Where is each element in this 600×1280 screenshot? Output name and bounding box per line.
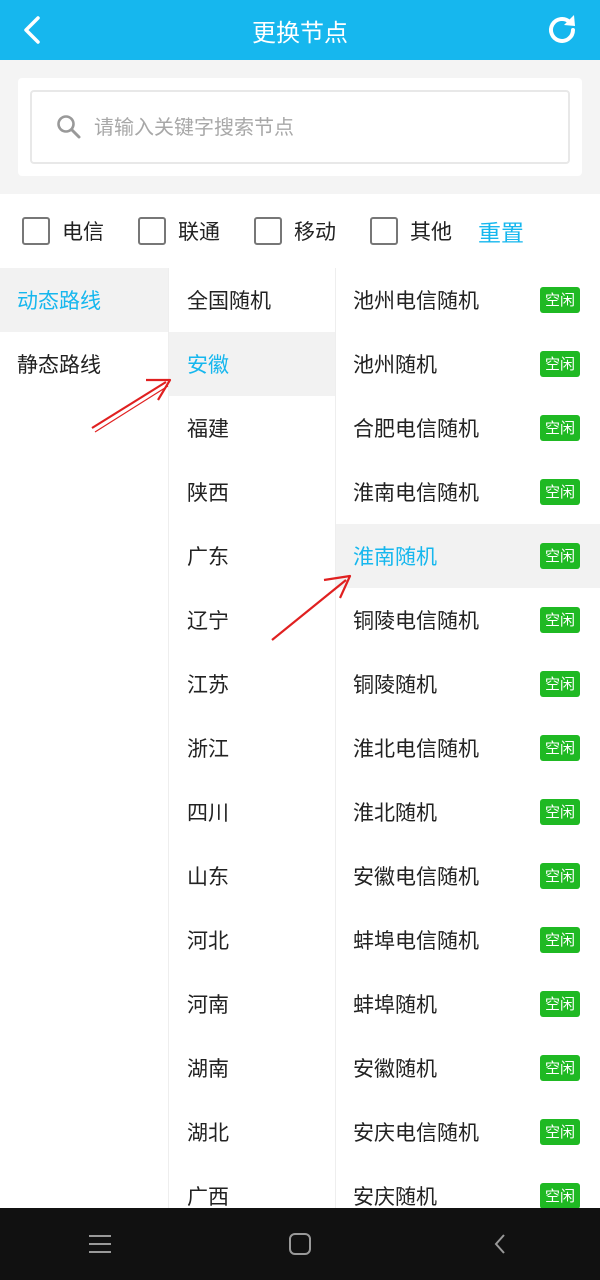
menu-icon: [89, 1235, 111, 1253]
checkbox[interactable]: [254, 217, 282, 245]
node-list: 池州电信随机 空闲 池州随机 空闲 合肥电信随机 空闲 淮南电信随机 空闲 淮南随机 空闲…: [336, 268, 600, 1208]
node-label: 淮南电信随机: [353, 481, 479, 505]
filter-dianxin[interactable]: 电信: [22, 216, 104, 246]
status-badge: 空闲: [539, 543, 580, 569]
node-item[interactable]: 淮南随机 空闲: [336, 524, 600, 588]
region-item[interactable]: 河北: [169, 908, 335, 972]
node-label: 铜陵电信随机: [353, 609, 479, 633]
status-badge: 空闲: [539, 863, 580, 889]
node-label: 蚌埠电信随机: [353, 929, 479, 953]
status-badge: 空闲: [539, 1055, 580, 1081]
node-item[interactable]: 淮北电信随机 空闲: [336, 716, 600, 780]
filter-label: 其他: [410, 220, 452, 244]
status-badge: 空闲: [539, 1119, 580, 1145]
filter-liantong[interactable]: 联通: [138, 216, 220, 246]
region-list: 全国随机 安徽 福建 陕西 广东 辽宁 江苏 浙江 四川 山东 河北 河南 湖南…: [168, 268, 336, 1208]
status-badge: 空闲: [539, 671, 580, 697]
node-item[interactable]: 安庆电信随机 空闲: [336, 1100, 600, 1164]
region-item[interactable]: 福建: [169, 396, 335, 460]
region-item[interactable]: 广西: [169, 1164, 335, 1208]
status-badge: 空闲: [539, 1183, 580, 1208]
region-item[interactable]: 浙江: [169, 716, 335, 780]
reset-button[interactable]: 重置: [478, 214, 524, 248]
status-badge: 空闲: [539, 927, 580, 953]
search-section: [0, 60, 600, 194]
search-input[interactable]: [94, 115, 534, 139]
annotation-arrow-icon: [271, 574, 352, 641]
node-label: 蚌埠随机: [353, 993, 437, 1017]
node-item[interactable]: 铜陵电信随机 空闲: [336, 588, 600, 652]
status-badge: 空闲: [539, 351, 580, 377]
chevron-left-icon: [24, 16, 40, 44]
filter-label: 电信: [62, 220, 104, 244]
node-item[interactable]: 安徽随机 空闲: [336, 1036, 600, 1100]
region-item[interactable]: 全国随机: [169, 268, 335, 332]
filter-label: 联通: [178, 220, 220, 244]
status-badge: 空闲: [539, 991, 580, 1017]
region-item[interactable]: 安徽: [169, 332, 335, 396]
status-badge: 空闲: [539, 799, 580, 825]
region-item[interactable]: 陕西: [169, 460, 335, 524]
carrier-filters: 电信 联通 移动 其他 重置: [0, 194, 600, 268]
region-item[interactable]: 河南: [169, 972, 335, 1036]
chevron-left-icon: [494, 1234, 505, 1254]
node-item[interactable]: 蚌埠电信随机 空闲: [336, 908, 600, 972]
status-badge: 空闲: [539, 287, 580, 313]
node-item[interactable]: 安庆随机 空闲: [336, 1164, 600, 1208]
page-title: 更换节点: [252, 18, 348, 47]
region-item[interactable]: 四川: [169, 780, 335, 844]
node-item[interactable]: 淮北随机 空闲: [336, 780, 600, 844]
app-header: 更换节点: [0, 0, 600, 60]
route-type-item[interactable]: 动态路线: [0, 268, 168, 332]
region-item[interactable]: 湖北: [169, 1100, 335, 1164]
checkbox[interactable]: [370, 217, 398, 245]
node-item[interactable]: 合肥电信随机 空闲: [336, 396, 600, 460]
node-label: 合肥电信随机: [353, 417, 479, 441]
node-item[interactable]: 铜陵随机 空闲: [336, 652, 600, 716]
node-label: 池州随机: [353, 353, 437, 377]
system-back-button[interactable]: [470, 1214, 530, 1274]
status-badge: 空闲: [539, 735, 580, 761]
node-label: 淮北电信随机: [353, 737, 479, 761]
node-label: 池州电信随机: [353, 289, 479, 313]
status-badge: 空闲: [539, 479, 580, 505]
search-box[interactable]: [30, 90, 570, 164]
filter-label: 移动: [294, 220, 336, 244]
search-card: [18, 78, 582, 176]
node-item[interactable]: 池州随机 空闲: [336, 332, 600, 396]
home-button[interactable]: [270, 1214, 330, 1274]
menu-button[interactable]: [70, 1214, 130, 1274]
refresh-icon: [549, 15, 575, 43]
node-label: 安庆电信随机: [353, 1121, 479, 1145]
node-label: 安徽随机: [353, 1057, 437, 1081]
region-item[interactable]: 湖南: [169, 1036, 335, 1100]
node-label: 淮北随机: [353, 801, 437, 825]
region-item[interactable]: 江苏: [169, 652, 335, 716]
status-badge: 空闲: [539, 415, 580, 441]
node-item[interactable]: 池州电信随机 空闲: [336, 268, 600, 332]
system-nav-bar: [0, 1208, 600, 1280]
back-button[interactable]: [14, 12, 50, 48]
status-badge: 空闲: [539, 607, 580, 633]
node-item[interactable]: 淮南电信随机 空闲: [336, 460, 600, 524]
node-item[interactable]: 安徽电信随机 空闲: [336, 844, 600, 908]
checkbox[interactable]: [22, 217, 50, 245]
node-label: 安庆随机: [353, 1185, 437, 1208]
home-icon: [289, 1233, 311, 1255]
node-label: 铜陵随机: [353, 673, 437, 697]
node-item[interactable]: 蚌埠随机 空闲: [336, 972, 600, 1036]
region-item[interactable]: 山东: [169, 844, 335, 908]
annotation-arrow-icon: [91, 378, 172, 433]
node-label: 安徽电信随机: [353, 865, 479, 889]
filter-qita[interactable]: 其他: [370, 216, 452, 246]
refresh-button[interactable]: [542, 10, 582, 50]
search-icon: [54, 112, 84, 142]
filter-yidong[interactable]: 移动: [254, 216, 336, 246]
checkbox[interactable]: [138, 217, 166, 245]
node-label: 淮南随机: [353, 545, 437, 569]
